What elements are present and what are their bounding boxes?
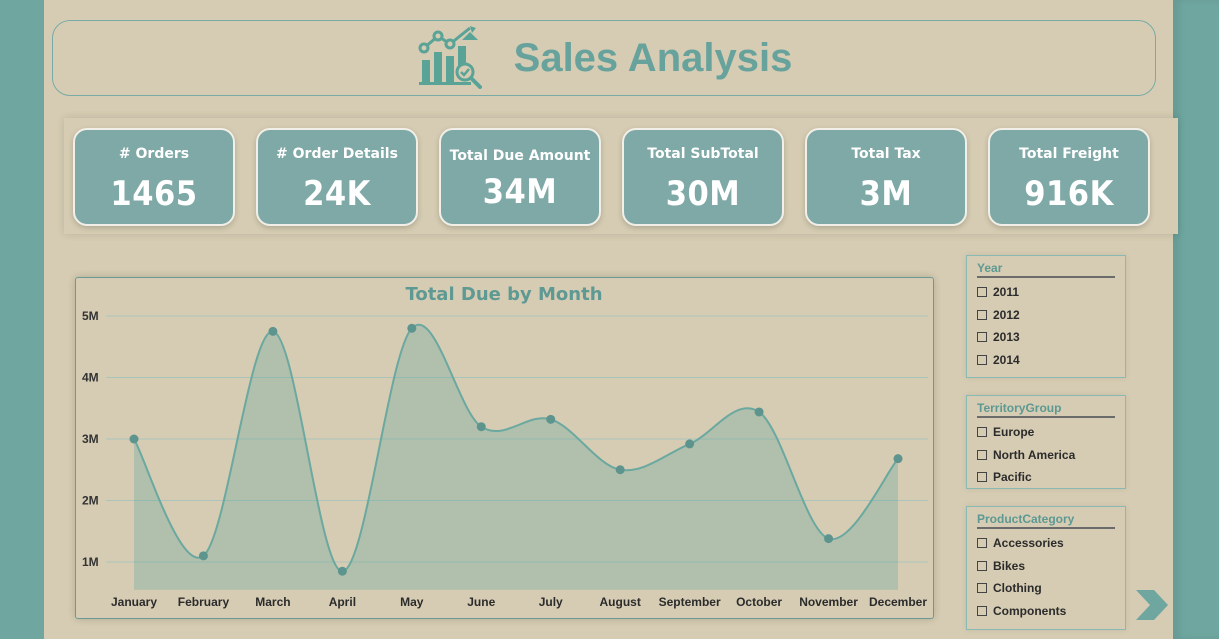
- slicer-item-label: Bikes: [993, 558, 1026, 573]
- slicer-item-label: Accessories: [993, 536, 1064, 551]
- slicer-item-label: 2014: [993, 352, 1020, 367]
- x-tick-label: July: [539, 595, 563, 609]
- slicer-item-label: 2012: [993, 307, 1020, 322]
- slicer-item-2013[interactable]: 2013: [977, 326, 1125, 349]
- slicer-item-label: Europe: [993, 425, 1035, 440]
- kpi-strip: # Orders 1465 # Order Details 24K Total …: [64, 118, 1178, 234]
- x-tick-label: October: [736, 595, 782, 609]
- data-point-april: [337, 566, 347, 576]
- y-tick-label: 1M: [82, 555, 99, 569]
- x-tick-label: May: [400, 595, 424, 609]
- slicer-item-label: Clothing: [993, 581, 1042, 596]
- slicer-item-label: 2013: [993, 330, 1020, 345]
- checkbox-icon[interactable]: [977, 472, 987, 483]
- y-tick-label: 2M: [82, 494, 99, 508]
- x-tick-label: March: [255, 595, 290, 609]
- chart-title: Total Due by Month: [405, 284, 602, 305]
- data-point-august: [615, 465, 625, 475]
- kpi-label: Total SubTotal: [647, 146, 759, 162]
- x-tick-label: January: [111, 595, 157, 609]
- checkbox-icon[interactable]: [977, 287, 987, 298]
- checkbox-icon[interactable]: [977, 427, 987, 438]
- checkbox-icon[interactable]: [977, 605, 987, 616]
- data-point-september: [685, 439, 695, 449]
- kpi-value: 1465: [110, 174, 198, 214]
- checkbox-icon[interactable]: [977, 309, 987, 320]
- data-point-june: [476, 422, 486, 432]
- slicer-title: ProductCategory: [977, 512, 1115, 529]
- y-tick-label: 3M: [82, 432, 99, 446]
- data-point-january: [129, 434, 139, 444]
- kpi-card-subtotal: Total SubTotal 30M: [622, 128, 784, 226]
- x-tick-label: November: [799, 595, 858, 609]
- checkbox-icon[interactable]: [977, 332, 987, 343]
- data-point-december: [893, 454, 903, 464]
- x-tick-label: June: [467, 595, 495, 609]
- kpi-value: 24K: [303, 174, 371, 214]
- y-tick-label: 4M: [82, 371, 99, 385]
- kpi-card-order-details: # Order Details 24K: [256, 128, 418, 226]
- checkbox-icon[interactable]: [977, 449, 987, 460]
- kpi-card-total-due: Total Due Amount 34M: [439, 128, 601, 226]
- kpi-label: Total Freight: [1019, 146, 1119, 162]
- x-tick-label: August: [600, 595, 641, 609]
- year-slicer: Year 2011 2012 2013 2014: [966, 255, 1126, 378]
- data-point-march: [268, 326, 278, 336]
- slicer-item-accessories[interactable]: Accessories: [977, 532, 1125, 555]
- data-point-july: [546, 414, 556, 424]
- slicer-item-clothing[interactable]: Clothing: [977, 577, 1125, 600]
- right-side-strip: [1173, 0, 1219, 639]
- slicer-item-2014[interactable]: 2014: [977, 349, 1125, 372]
- slicer-item-2011[interactable]: 2011: [977, 281, 1125, 304]
- header-banner: Sales Analysis: [52, 20, 1156, 96]
- area-fill: [134, 324, 898, 590]
- dashboard-canvas: Sales Analysis # Orders 1465 # Order Det…: [44, 0, 1178, 639]
- page-title: Sales Analysis: [513, 35, 793, 80]
- data-point-october: [754, 407, 764, 417]
- slicer-item-bikes[interactable]: Bikes: [977, 555, 1125, 578]
- y-tick-label: 5M: [82, 309, 99, 323]
- kpi-card-tax: Total Tax 3M: [805, 128, 967, 226]
- kpi-label: Total Due Amount: [449, 148, 591, 164]
- kpi-card-orders: # Orders 1465: [73, 128, 235, 226]
- x-tick-label: September: [659, 595, 721, 609]
- chart-analytics-icon: [418, 26, 482, 89]
- slicer-item-label: North America: [993, 447, 1076, 462]
- data-point-may: [407, 323, 417, 333]
- kpi-label: # Order Details: [276, 146, 398, 162]
- x-tick-label: February: [178, 595, 230, 609]
- checkbox-icon[interactable]: [977, 583, 987, 594]
- checkbox-icon[interactable]: [977, 560, 987, 571]
- data-point-february: [198, 551, 208, 561]
- slicer-item-label: Components: [993, 603, 1067, 618]
- kpi-value: 30M: [665, 174, 741, 214]
- slicer-item-europe[interactable]: Europe: [977, 421, 1125, 444]
- slicer-title: TerritoryGroup: [977, 401, 1115, 418]
- data-point-november: [824, 534, 834, 544]
- kpi-value: 916K: [1024, 174, 1114, 214]
- slicer-item-label: Pacific: [993, 470, 1032, 485]
- x-tick-label: December: [869, 595, 927, 609]
- chart-svg: Total Due by Month 1M 2M 3M 4M 5M January Febru…: [82, 284, 928, 609]
- total-due-chart[interactable]: Total Due by Month 1M 2M 3M 4M 5M January Febru…: [75, 277, 934, 619]
- checkbox-icon[interactable]: [977, 538, 987, 549]
- kpi-label: # Orders: [118, 146, 190, 162]
- kpi-value: 34M: [482, 172, 558, 212]
- kpi-value: 3M: [859, 174, 913, 214]
- x-tick-label: April: [329, 595, 356, 609]
- slicer-title: Year: [977, 261, 1115, 278]
- checkbox-icon[interactable]: [977, 354, 987, 365]
- kpi-card-freight: Total Freight 916K: [988, 128, 1150, 226]
- kpi-label: Total Tax: [851, 146, 921, 162]
- slicer-item-2012[interactable]: 2012: [977, 304, 1125, 327]
- slicer-item-label: 2011: [993, 285, 1020, 300]
- territory-slicer: TerritoryGroup Europe North America Paci…: [966, 395, 1126, 489]
- product-category-slicer: ProductCategory Accessories Bikes Clothi…: [966, 506, 1126, 630]
- slicer-item-pacific[interactable]: Pacific: [977, 466, 1125, 489]
- slicer-item-north-america[interactable]: North America: [977, 444, 1125, 467]
- chevron-right-icon[interactable]: [1134, 588, 1170, 622]
- slicer-item-components[interactable]: Components: [977, 600, 1125, 623]
